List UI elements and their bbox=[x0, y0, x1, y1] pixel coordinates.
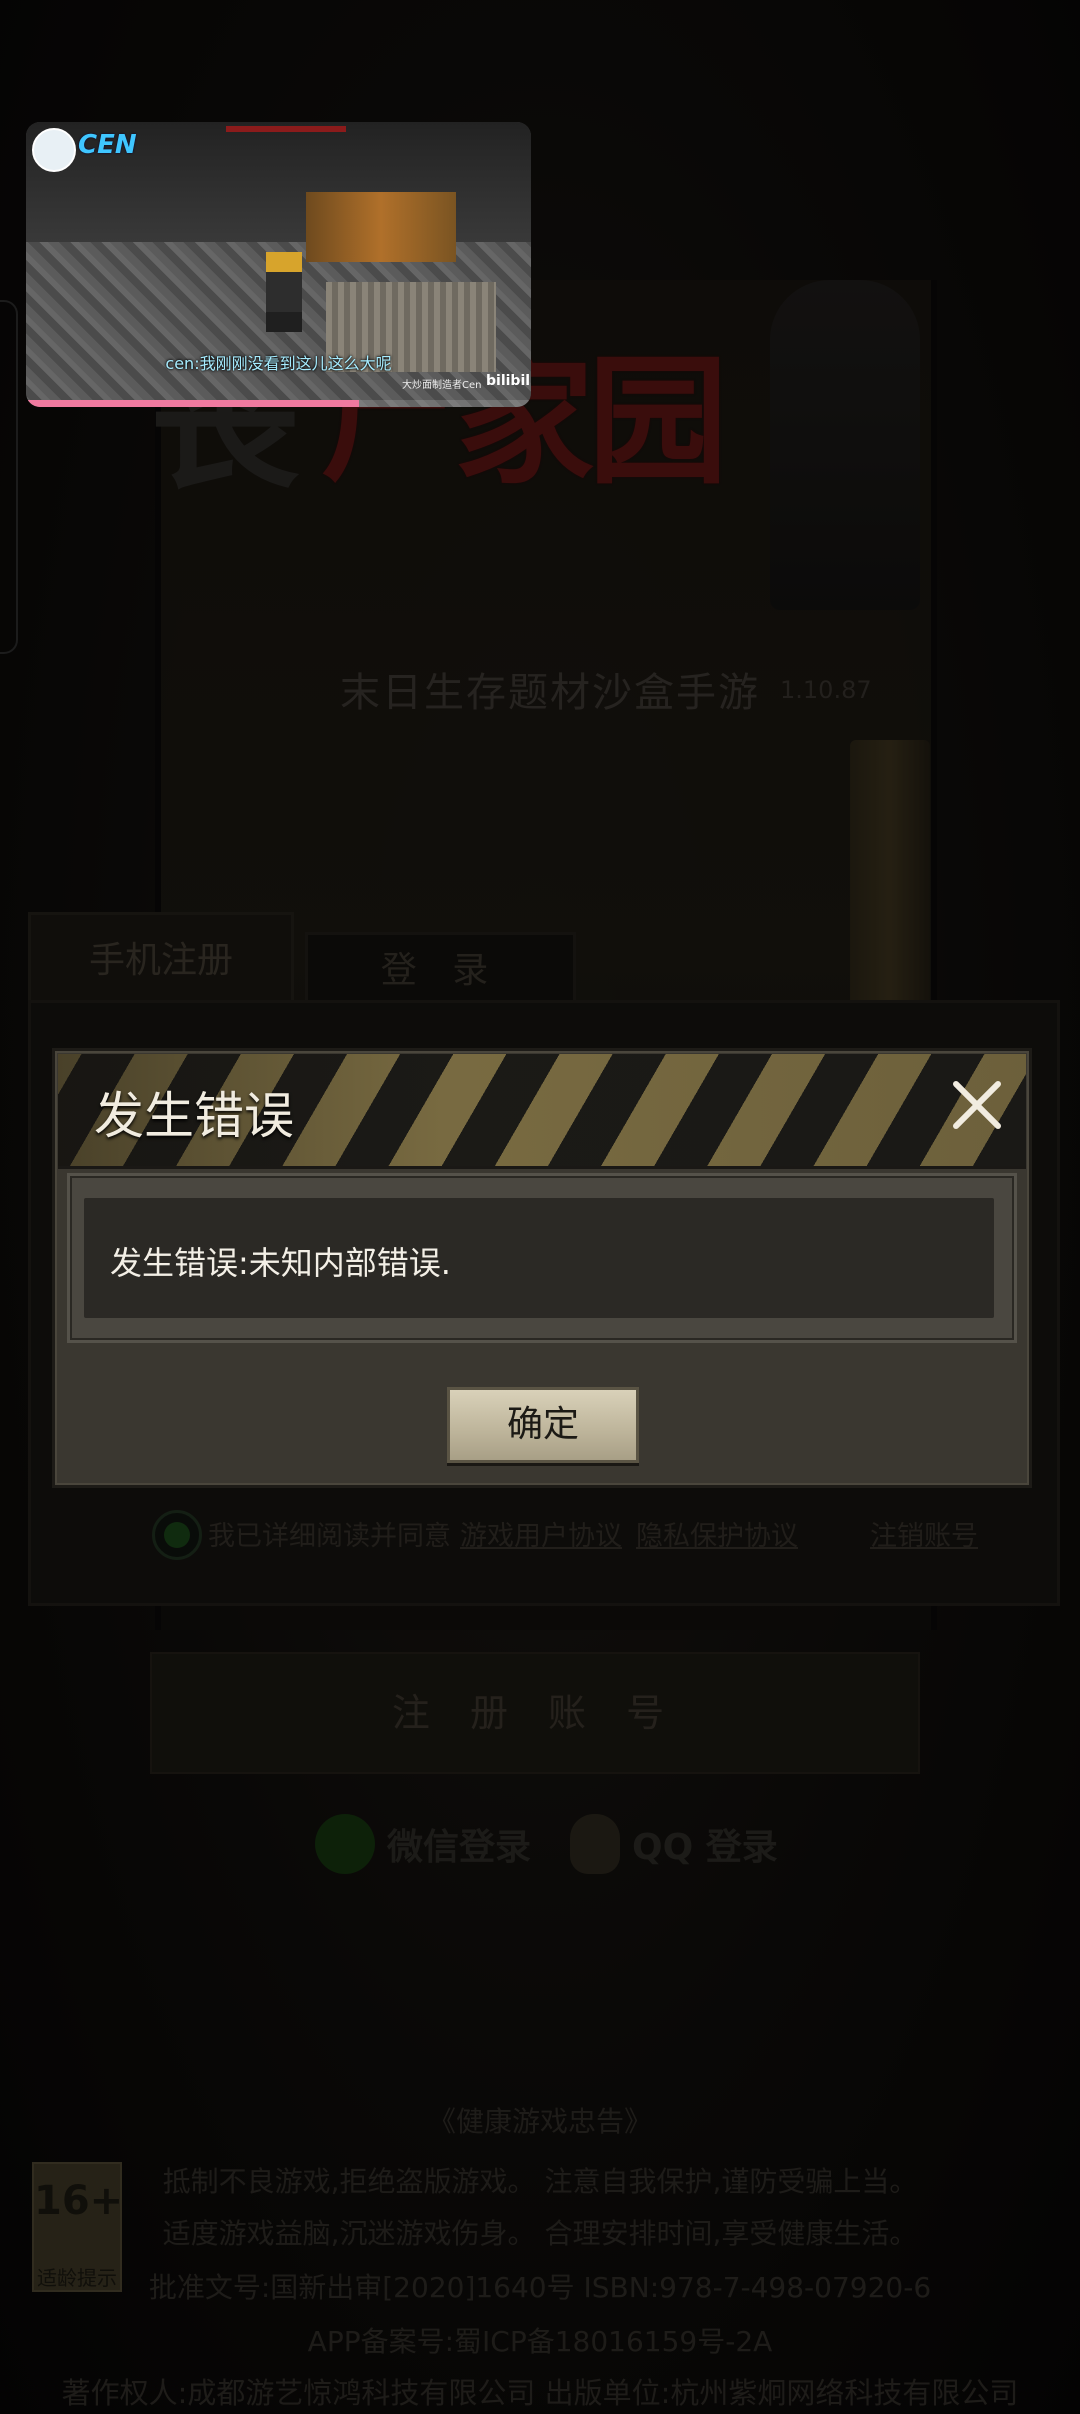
pip-video-window[interactable]: CEN cen:我刚刚没看到这儿这么大呢 大炒面制造者Cen bilibili bbox=[26, 122, 531, 407]
pip-boss-bar bbox=[226, 126, 346, 132]
pip-subtitle: cen:我刚刚没看到这儿这么大呢 bbox=[165, 354, 392, 373]
pip-watermark: 大炒面制造者Cen bbox=[402, 380, 482, 391]
pip-progress-bar[interactable] bbox=[26, 400, 531, 407]
pip-progress-fill bbox=[26, 400, 359, 407]
pip-channel-name: CEN bbox=[78, 130, 137, 160]
dialog-title: 发生错误 bbox=[94, 1087, 294, 1145]
close-icon[interactable] bbox=[944, 1072, 1010, 1138]
dialog-message: 发生错误:未知内部错误. bbox=[110, 1244, 451, 1282]
dialog-body: 发生错误:未知内部错误. bbox=[67, 1173, 1017, 1343]
confirm-button[interactable]: 确定 bbox=[447, 1387, 639, 1463]
close-icon-glyph bbox=[953, 1081, 1001, 1129]
pip-player-character bbox=[266, 252, 302, 332]
pip-scene-structure bbox=[306, 192, 456, 262]
error-dialog: 发生错误 发生错误:未知内部错误. 确定 bbox=[52, 1048, 1032, 1488]
dialog-header: 发生错误 bbox=[58, 1054, 1026, 1169]
bilibili-logo: bilibili bbox=[486, 373, 531, 389]
dialog-message-box: 发生错误:未知内部错误. bbox=[84, 1198, 994, 1318]
avatar bbox=[32, 128, 76, 172]
